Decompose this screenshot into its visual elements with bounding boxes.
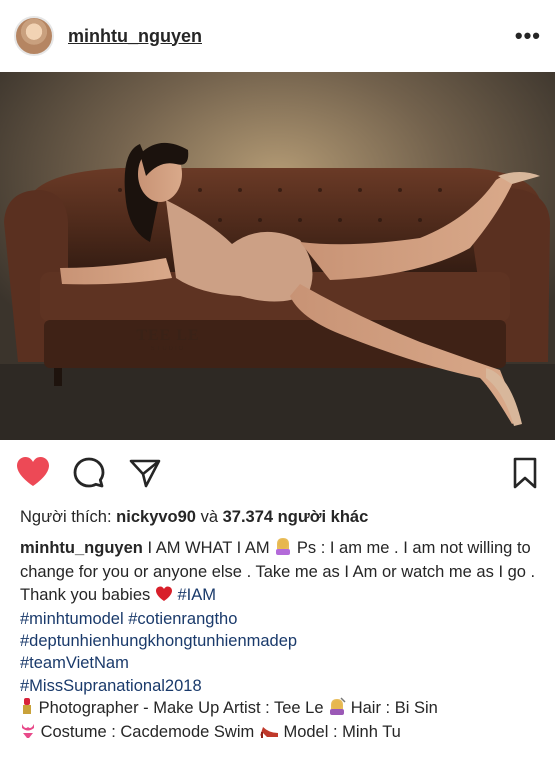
heart-filled-icon[interactable]: [16, 456, 50, 490]
caption-username[interactable]: minhtu_nguyen: [20, 539, 143, 557]
watermark-sub: STUDIO: [151, 346, 186, 352]
likes-others[interactable]: 37.374 người khác: [223, 508, 369, 526]
bookmark-icon[interactable]: [508, 456, 542, 490]
comment-icon[interactable]: [72, 456, 106, 490]
hashtag-line-3[interactable]: #deptunhienhungkhongtunhienmadep: [20, 630, 540, 652]
lipstick-icon: [20, 697, 34, 721]
caption-text-1: I AM WHAT I AM: [147, 539, 270, 557]
caption-credits-1b: Hair : Bi Sin: [350, 699, 438, 718]
post-image[interactable]: TEE LE STUDIO: [0, 72, 555, 440]
woman-getting-haircut-icon: [328, 697, 346, 721]
post-username[interactable]: minhtu_nguyen: [68, 26, 202, 47]
caption-thanks: Thank you babies: [20, 585, 151, 604]
hashtag-line-5[interactable]: #MissSupranational2018: [20, 675, 540, 697]
caption-credits-2b: Model : Minh Tu: [283, 723, 401, 742]
caption-credits-1a: Photographer - Make Up Artist : Tee Le: [38, 699, 324, 718]
action-bar: [0, 448, 555, 498]
red-heart-icon: [155, 586, 173, 608]
send-icon[interactable]: [128, 456, 162, 490]
high-heel-icon: [259, 723, 279, 745]
more-horizontal-icon[interactable]: •••: [515, 23, 541, 49]
post-caption: minhtu_nguyen I AM WHAT I AM Ps : I am m…: [20, 537, 540, 746]
likes-conjunction: và: [200, 508, 219, 526]
hashtag-line-4[interactable]: #teamVietNam: [20, 652, 540, 674]
caption-credits-2a: Costume : Cacdemode Swim: [40, 723, 255, 742]
bikini-icon: [20, 721, 36, 745]
hashtag-iam[interactable]: #IAM: [177, 586, 216, 604]
post-header: minhtu_nguyen •••: [0, 0, 555, 72]
hashtag-line-2[interactable]: #minhtumodel #cotienrangtho: [20, 608, 540, 630]
likes-summary[interactable]: Người thích: nickyvo90 và 37.374 người k…: [20, 508, 368, 527]
likes-user[interactable]: nickyvo90: [116, 508, 196, 526]
likes-prefix: Người thích:: [20, 508, 112, 526]
woman-tipping-hand-icon: [274, 537, 292, 561]
watermark: TEE LE: [136, 327, 199, 344]
avatar[interactable]: [14, 16, 54, 56]
